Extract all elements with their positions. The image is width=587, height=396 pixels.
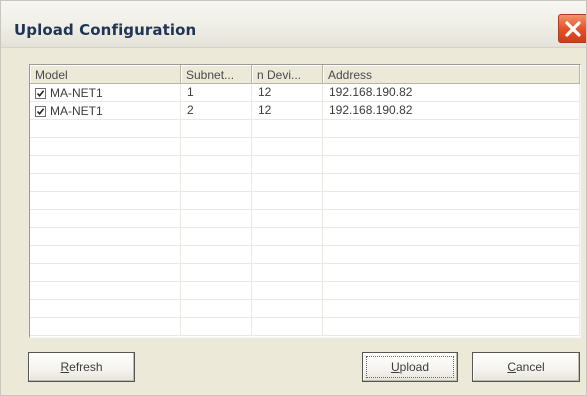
refresh-button[interactable]: Refresh [28, 352, 135, 382]
address-cell [323, 192, 580, 209]
model-cell [30, 120, 181, 137]
empty-table-row [30, 318, 580, 336]
subnet-cell [181, 300, 252, 317]
upload-button[interactable]: Upload [362, 352, 458, 382]
model-cell [30, 156, 181, 173]
empty-table-row [30, 138, 580, 156]
devices-cell [252, 174, 323, 191]
subnet-cell: 2 [181, 102, 252, 119]
subnet-cell [181, 138, 252, 155]
close-x-icon [565, 21, 581, 37]
empty-table-row [30, 174, 580, 192]
address-cell [323, 210, 580, 227]
address-cell [323, 246, 580, 263]
cancel-label: ancel [515, 360, 545, 374]
empty-table-row [30, 300, 580, 318]
row-checkbox[interactable] [35, 87, 46, 99]
model-cell [30, 174, 181, 191]
subnet-cell [181, 192, 252, 209]
devices-cell: 12 [252, 84, 323, 101]
devices-cell [252, 300, 323, 317]
subnet-cell [181, 282, 252, 299]
model-text: MA-NET1 [50, 104, 103, 118]
column-header-model[interactable]: Model [30, 65, 181, 84]
model-cell [30, 300, 181, 317]
address-cell [323, 264, 580, 281]
subnet-cell [181, 318, 252, 335]
subnet-cell [181, 156, 252, 173]
model-cell [30, 192, 181, 209]
address-cell [323, 120, 580, 137]
empty-table-row [30, 282, 580, 300]
column-header-devices[interactable]: n Devi... [252, 65, 323, 84]
devices-cell [252, 264, 323, 281]
model-cell: MA-NET1 [30, 102, 181, 119]
refresh-mnemonic: R [60, 360, 70, 374]
subnet-cell [181, 246, 252, 263]
focus-rectangle [366, 356, 454, 378]
subnet-cell [181, 264, 252, 281]
column-header-subnet[interactable]: Subnet... [181, 65, 252, 84]
empty-table-row [30, 246, 580, 264]
model-text: MA-NET1 [50, 86, 103, 100]
list-header: Model Subnet... n Devi... Address [30, 65, 580, 84]
model-cell [30, 246, 181, 263]
address-cell [323, 300, 580, 317]
model-cell: MA-NET1 [30, 84, 181, 101]
subnet-cell [181, 210, 252, 227]
devices-cell [252, 120, 323, 137]
cancel-mnemonic: C [507, 360, 516, 374]
upload-configuration-dialog: Upload Configuration Model Subnet... n D… [0, 0, 587, 396]
devices-cell [252, 228, 323, 245]
model-cell [30, 264, 181, 281]
devices-cell [252, 318, 323, 335]
list-rows: MA-NET1 1 12 192.168.190.82 MA-NET1 2 12 192.16… [30, 84, 580, 336]
devices-cell [252, 138, 323, 155]
model-cell [30, 318, 181, 335]
empty-table-row [30, 192, 580, 210]
title-bar[interactable]: Upload Configuration [1, 1, 586, 48]
empty-table-row [30, 264, 580, 282]
address-cell [323, 318, 580, 335]
subnet-cell [181, 228, 252, 245]
address-cell [323, 156, 580, 173]
address-cell [323, 174, 580, 191]
row-checkbox[interactable] [35, 105, 46, 117]
devices-cell [252, 156, 323, 173]
address-cell: 192.168.190.82 [323, 102, 580, 119]
model-cell [30, 210, 181, 227]
model-cell [30, 138, 181, 155]
close-button[interactable] [558, 14, 586, 43]
checkmark-icon [36, 89, 45, 97]
model-cell [30, 228, 181, 245]
checkmark-icon [36, 107, 45, 115]
address-cell: 192.168.190.82 [323, 84, 580, 101]
subnet-cell: 1 [181, 84, 252, 101]
devices-list-view[interactable]: Model Subnet... n Devi... Address MA-NET… [29, 64, 581, 338]
empty-table-row [30, 120, 580, 138]
refresh-label: efresh [69, 360, 103, 374]
column-header-address[interactable]: Address [323, 65, 580, 84]
address-cell [323, 282, 580, 299]
table-row[interactable]: MA-NET1 1 12 192.168.190.82 [30, 84, 580, 102]
subnet-cell [181, 120, 252, 137]
empty-table-row [30, 156, 580, 174]
address-cell [323, 228, 580, 245]
devices-cell [252, 282, 323, 299]
devices-cell [252, 246, 323, 263]
address-cell [323, 138, 580, 155]
cancel-button[interactable]: Cancel [472, 352, 580, 382]
devices-cell [252, 210, 323, 227]
table-row[interactable]: MA-NET1 2 12 192.168.190.82 [30, 102, 580, 120]
subnet-cell [181, 174, 252, 191]
model-cell [30, 282, 181, 299]
devices-cell [252, 192, 323, 209]
dialog-title: Upload Configuration [14, 21, 197, 39]
devices-cell: 12 [252, 102, 323, 119]
empty-table-row [30, 210, 580, 228]
empty-table-row [30, 228, 580, 246]
